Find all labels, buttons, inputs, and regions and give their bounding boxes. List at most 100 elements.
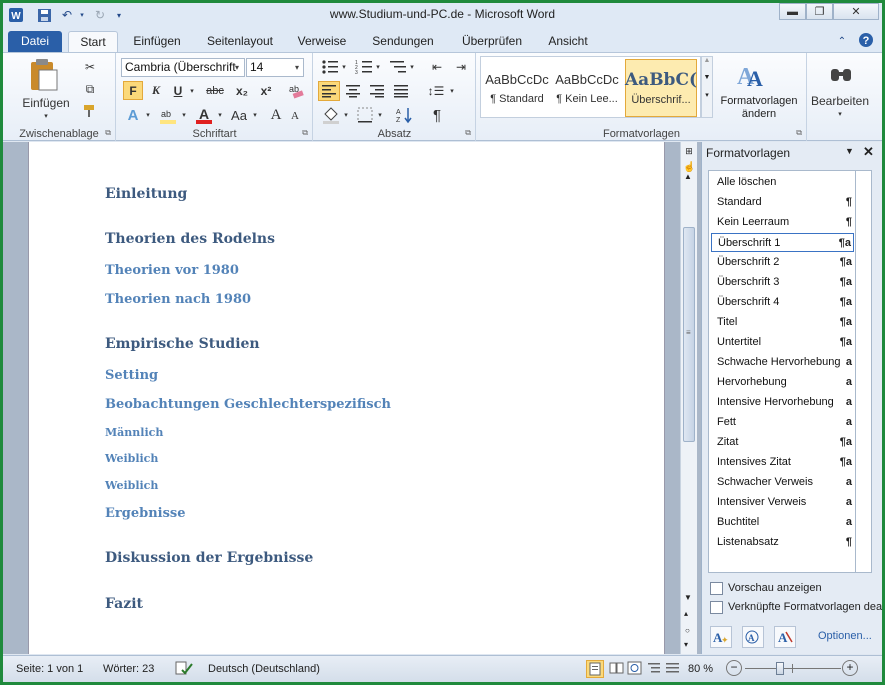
zoom-in-button[interactable]: + xyxy=(842,660,858,676)
text-effects-icon[interactable]: A xyxy=(123,105,143,125)
show-formatting-button[interactable]: ¶ xyxy=(426,105,448,125)
tab-datei[interactable]: Datei xyxy=(8,31,62,52)
heading-1[interactable]: Diskussion der Ergebnisse xyxy=(105,550,313,566)
new-style-icon[interactable]: A ✦ xyxy=(710,626,732,648)
numbering-dropdown-icon[interactable]: ▾ xyxy=(374,57,382,77)
align-left-icon[interactable] xyxy=(318,81,340,101)
paste-dropdown-icon[interactable]: ▾ xyxy=(41,111,51,121)
web-layout-icon[interactable] xyxy=(627,661,643,678)
decrease-indent-icon[interactable]: ⇤ xyxy=(426,57,448,77)
pane-menu-icon[interactable]: ▼ xyxy=(845,146,854,156)
highlight-icon[interactable]: ab xyxy=(157,105,179,125)
gallery-style-standard[interactable]: AaBbCcDc ¶ Standard xyxy=(483,61,551,115)
increase-indent-icon[interactable]: ⇥ xyxy=(450,57,472,77)
full-screen-reading-icon[interactable] xyxy=(609,661,625,678)
language-indicator[interactable]: Deutsch (Deutschland) xyxy=(208,663,320,675)
heading-3[interactable]: Weiblich xyxy=(105,452,158,465)
borders-icon[interactable] xyxy=(354,105,376,125)
style-item[interactable]: Intensive Hervorhebung a xyxy=(711,393,854,412)
clipboard-launcher-icon[interactable]: ⧉ xyxy=(105,128,111,138)
borders-dropdown-icon[interactable]: ▾ xyxy=(376,105,384,125)
editing-button[interactable]: Bearbeiten xyxy=(808,93,872,109)
style-item[interactable]: Fett a xyxy=(711,413,854,432)
scroll-thumb[interactable]: ≡ xyxy=(683,227,695,442)
underline-dropdown-icon[interactable]: ▾ xyxy=(187,81,197,100)
gallery-up-icon[interactable]: ▲ xyxy=(702,57,712,64)
style-item[interactable]: Intensiver Verweis a xyxy=(711,493,854,512)
align-right-icon[interactable] xyxy=(366,81,388,101)
heading-3[interactable]: Männlich xyxy=(105,426,163,439)
heading-3[interactable]: Weiblich xyxy=(105,479,158,492)
scroll-up-icon[interactable]: ▲ xyxy=(684,172,692,181)
bullets-dropdown-icon[interactable]: ▾ xyxy=(340,57,348,77)
cut-icon[interactable]: ✂ xyxy=(79,57,101,77)
previous-page-icon[interactable]: ▴ xyxy=(684,609,688,618)
font-name-box[interactable]: Cambria (Überschrift xyxy=(121,58,245,77)
manage-styles-icon[interactable]: A xyxy=(774,626,796,648)
paste-icon[interactable] xyxy=(23,57,63,93)
tab-sendungen[interactable]: Sendungen xyxy=(365,31,441,52)
superscript-button[interactable]: x² xyxy=(255,81,277,100)
editing-dropdown-icon[interactable]: ▾ xyxy=(835,109,845,119)
help-icon[interactable]: ? xyxy=(857,31,875,49)
heading-1[interactable]: Einleitung xyxy=(105,186,187,202)
styles-list-scrollbar[interactable] xyxy=(856,170,872,573)
line-spacing-dropdown-icon[interactable]: ▾ xyxy=(448,81,456,101)
styles-launcher-icon[interactable]: ⧉ xyxy=(796,128,802,138)
ruler-toggle-icon[interactable]: ⊞ xyxy=(683,146,695,158)
style-item[interactable]: Alle löschen xyxy=(711,173,854,192)
word-count[interactable]: Wörter: 23 xyxy=(103,663,154,675)
tab-ansicht[interactable]: Ansicht xyxy=(540,31,596,52)
style-item[interactable]: Überschrift 3 ¶a xyxy=(711,273,854,292)
linked-styles-checkbox[interactable] xyxy=(710,601,723,614)
multilevel-dropdown-icon[interactable]: ▾ xyxy=(408,57,416,77)
grow-font-button[interactable]: A xyxy=(267,105,285,125)
style-item[interactable]: Überschrift 4 ¶a xyxy=(711,293,854,312)
heading-1[interactable]: Theorien des Rodelns xyxy=(105,231,275,247)
zoom-out-button[interactable]: − xyxy=(726,660,742,676)
numbering-icon[interactable]: 123 xyxy=(352,57,376,77)
heading-2[interactable]: Beobachtungen Geschlechterspezifisch xyxy=(105,397,391,412)
browse-object-icon[interactable]: ○ xyxy=(685,626,690,635)
outline-view-icon[interactable] xyxy=(647,661,663,678)
tab-verweise[interactable]: Verweise xyxy=(291,31,353,52)
style-item[interactable]: Schwacher Verweis a xyxy=(711,473,854,492)
tab-start[interactable]: Start xyxy=(68,31,118,52)
style-item[interactable]: Intensives Zitat ¶a xyxy=(711,453,854,472)
style-item[interactable]: Überschrift 2 ¶a xyxy=(711,253,854,272)
heading-2[interactable]: Setting xyxy=(105,368,158,383)
change-styles-button[interactable]: Formatvorlagen ändern xyxy=(717,95,801,121)
page-count[interactable]: Seite: 1 von 1 xyxy=(16,663,83,675)
shading-dropdown-icon[interactable]: ▾ xyxy=(342,105,350,125)
minimize-button[interactable]: ▬ xyxy=(779,3,806,20)
print-layout-icon[interactable] xyxy=(586,660,604,678)
minimize-ribbon-icon[interactable]: ⌃ xyxy=(835,32,849,50)
gallery-style-kein-leerraum[interactable]: AaBbCcDc ¶ Kein Lee... xyxy=(553,61,621,115)
subscript-button[interactable]: x₂ xyxy=(231,81,253,100)
copy-icon[interactable]: ⧉ xyxy=(79,79,101,99)
line-spacing-icon[interactable]: ↕☰ xyxy=(424,81,448,101)
clear-formatting-icon[interactable]: ab xyxy=(285,79,307,101)
gallery-scroll[interactable]: ▲ ▼ ▾ xyxy=(701,56,713,118)
zoom-slider-thumb[interactable] xyxy=(776,662,784,675)
shading-icon[interactable] xyxy=(320,105,342,125)
strikethrough-button[interactable]: abc xyxy=(201,81,229,100)
bullets-icon[interactable] xyxy=(318,57,342,77)
highlight-dropdown-icon[interactable]: ▾ xyxy=(179,105,189,125)
heading-2[interactable]: Ergebnisse xyxy=(105,506,186,521)
options-link[interactable]: Optionen... xyxy=(818,630,872,642)
font-launcher-icon[interactable]: ⧉ xyxy=(302,128,308,138)
font-size-dropdown-icon[interactable]: ▾ xyxy=(295,63,299,72)
sort-icon[interactable]: AZ xyxy=(394,105,416,125)
bold-button[interactable]: F xyxy=(123,81,143,100)
shrink-font-button[interactable]: A xyxy=(287,107,303,125)
multilevel-list-icon[interactable] xyxy=(386,57,410,77)
text-effects-dropdown-icon[interactable]: ▾ xyxy=(143,105,153,125)
pane-close-icon[interactable]: ✕ xyxy=(863,144,874,160)
paste-button[interactable]: Einfügen xyxy=(21,95,71,111)
heading-1[interactable]: Empirische Studien xyxy=(105,336,260,352)
heading-2[interactable]: Theorien vor 1980 xyxy=(105,263,239,278)
style-item[interactable]: Listenabsatz ¶ xyxy=(711,533,854,552)
gallery-style-ueberschrift[interactable]: AaBbC( Überschrif... xyxy=(625,59,697,117)
tab-seitenlayout[interactable]: Seitenlayout xyxy=(201,31,279,52)
